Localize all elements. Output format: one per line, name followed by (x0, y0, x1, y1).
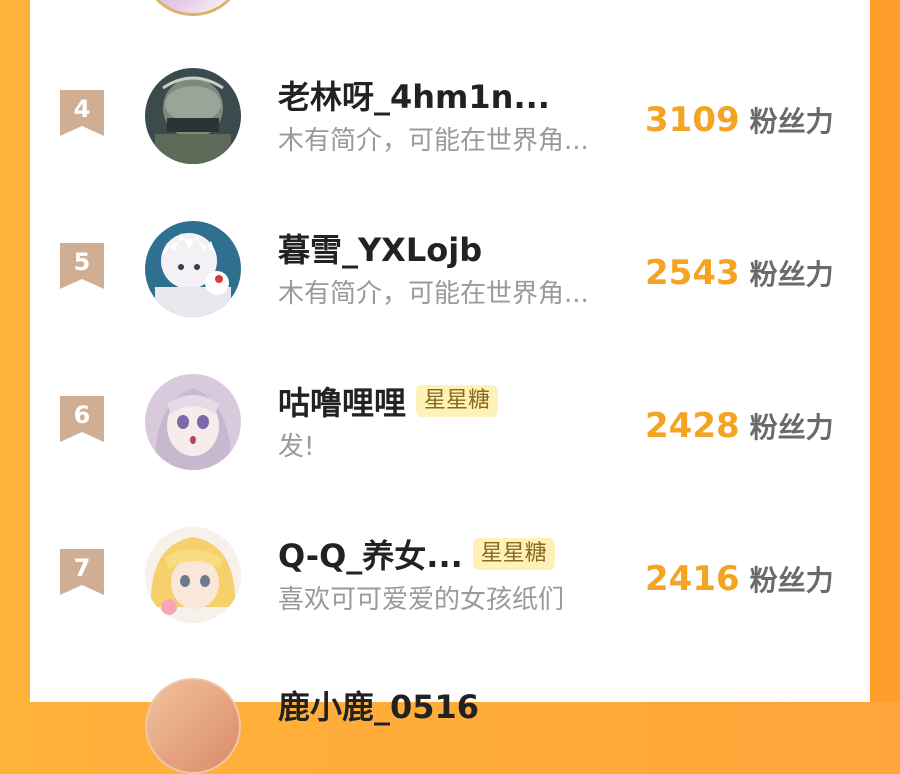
user-name[interactable]: 咕噜哩哩 (278, 378, 406, 424)
score-value: 2428 (645, 406, 740, 446)
user-description: 木有简介，可能在世界角... (278, 279, 589, 309)
avatar-partial-bottom[interactable] (145, 678, 241, 774)
rank-ribbon: 7 (60, 549, 104, 595)
fan-power-score: 2543 粉丝力 (645, 253, 834, 293)
avatar[interactable] (145, 527, 241, 623)
star-candy-badge: 星星糖 (472, 538, 555, 570)
leaderboard-list: 4 老林呀_4hm1n... 木有简介，可能在世界角... 3109 粉丝力 5… (0, 0, 900, 702)
avatar-image (145, 527, 241, 623)
user-description: 喜欢可可爱爱的女孩纸们 (278, 585, 565, 615)
score-unit: 粉丝力 (749, 105, 834, 138)
user-name[interactable]: 老林呀_4hm1n... (278, 72, 550, 118)
avatar-image (145, 68, 241, 164)
leaderboard-row[interactable]: 7 Q-Q_养女... 星星糖 喜欢可可爱爱的女孩纸们 2416 粉丝力 (0, 523, 900, 633)
rank-ribbon: 6 (60, 396, 104, 442)
rank-number: 5 (73, 248, 91, 276)
fan-power-score: 2428 粉丝力 (645, 406, 834, 446)
avatar[interactable] (145, 221, 241, 317)
user-name-partial[interactable]: 鹿小鹿_0516 (278, 682, 479, 728)
avatar[interactable] (145, 374, 241, 470)
rank-number: 6 (73, 401, 91, 429)
rank-number: 4 (73, 95, 91, 123)
rank-number: 7 (73, 554, 91, 582)
fan-power-score: 2416 粉丝力 (645, 559, 834, 599)
score-value: 2543 (645, 253, 740, 293)
score-value: 3109 (645, 100, 740, 140)
star-candy-badge: 星星糖 (416, 385, 499, 417)
leaderboard-row[interactable]: 4 老林呀_4hm1n... 木有简介，可能在世界角... 3109 粉丝力 (0, 64, 900, 174)
score-unit: 粉丝力 (749, 411, 834, 444)
user-description: 发! (278, 432, 315, 462)
rank-ribbon: 4 (60, 90, 104, 136)
avatar-image (145, 374, 241, 470)
score-unit: 粉丝力 (749, 564, 834, 597)
leaderboard-row[interactable]: 5 暮雪_YXLojb 木有简介，可能在世界角... 2543 粉丝力 (0, 217, 900, 327)
score-unit: 粉丝力 (749, 258, 834, 291)
avatar-image (145, 221, 241, 317)
user-name[interactable]: 暮雪_YXLojb (278, 225, 482, 271)
avatar[interactable] (145, 68, 241, 164)
fan-power-score: 3109 粉丝力 (645, 100, 834, 140)
leaderboard-row[interactable]: 6 咕噜哩哩 星星糖 发! 2428 粉丝力 (0, 370, 900, 480)
user-name[interactable]: Q-Q_养女... (278, 531, 463, 577)
user-description: 木有简介，可能在世界角... (278, 126, 589, 156)
rank-ribbon: 5 (60, 243, 104, 289)
score-value: 2416 (645, 559, 740, 599)
